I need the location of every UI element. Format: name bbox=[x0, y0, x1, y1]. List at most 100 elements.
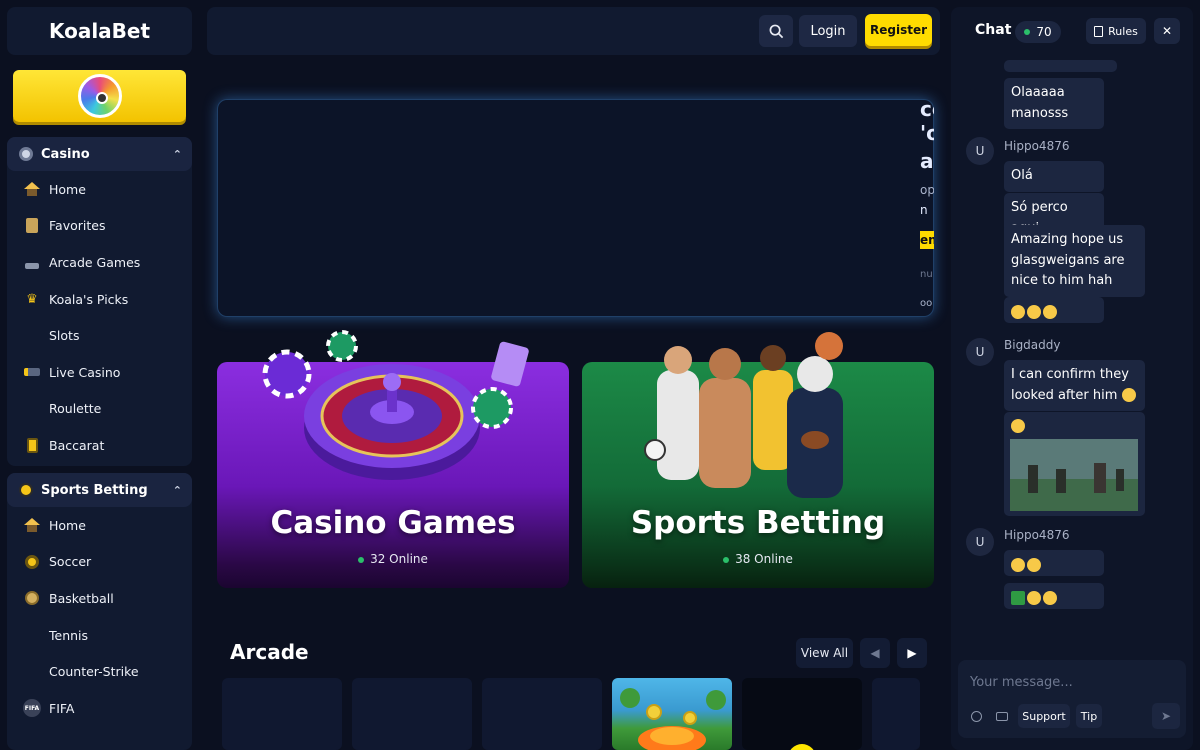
gif-button[interactable] bbox=[992, 704, 1012, 728]
sidebar-item-favorites[interactable]: Favorites bbox=[7, 208, 192, 245]
login-button[interactable]: Login bbox=[799, 15, 857, 47]
wheel-of-fortune-button[interactable] bbox=[13, 70, 186, 122]
sidebar-item-basketball[interactable]: Basketball bbox=[7, 580, 192, 617]
chat-message: Amazing hope us glasgweigans are nice to… bbox=[1004, 225, 1145, 297]
close-icon: ✕ bbox=[1161, 24, 1173, 38]
chat-message-partial bbox=[1004, 60, 1117, 72]
athletes-illustration bbox=[644, 332, 843, 498]
soccer-ball-icon bbox=[23, 553, 41, 571]
chevron-up-icon[interactable]: ⌃ bbox=[173, 484, 182, 497]
sidebar-item-label: Live Casino bbox=[49, 364, 121, 380]
sidebar-item-slots[interactable]: Slots bbox=[7, 317, 192, 354]
carousel-prev-button[interactable]: ◀ bbox=[860, 638, 890, 668]
casino-section-header[interactable]: Casino ⌃ bbox=[7, 137, 192, 171]
chat-message: Olaaaaa manosss bbox=[1004, 78, 1104, 129]
crown-icon: ♛ bbox=[26, 291, 38, 307]
chat-media-message bbox=[1004, 412, 1145, 516]
counter-strike-icon bbox=[23, 663, 41, 681]
logo[interactable]: KoalaBet bbox=[7, 7, 192, 55]
close-chat-button[interactable]: ✕ bbox=[1154, 18, 1180, 44]
chat-emoji-message bbox=[1004, 583, 1104, 609]
home-icon bbox=[23, 180, 41, 198]
slots-icon bbox=[23, 327, 41, 345]
sidebar-item-arcade-games[interactable]: Arcade Games bbox=[7, 244, 192, 281]
smile-emoji-icon bbox=[1011, 419, 1025, 433]
chat-image-attachment[interactable] bbox=[1010, 439, 1138, 511]
carousel-next-button[interactable]: ▶ bbox=[897, 638, 927, 668]
sidebar-item-label: Roulette bbox=[49, 401, 102, 417]
sidebar-item-fifa[interactable]: FIFA FIFA bbox=[7, 690, 192, 727]
gif-icon bbox=[996, 711, 1008, 721]
sidebar-item-label: Koala's Picks bbox=[49, 291, 129, 307]
chat-emoji-message bbox=[1004, 297, 1104, 323]
sidebar-item-baccarat[interactable]: Baccarat bbox=[7, 427, 192, 464]
peek-text: n bbox=[920, 203, 928, 217]
casino-games-card[interactable]: Casino Games 32 Online bbox=[217, 330, 569, 588]
brazil-flag-icon bbox=[1011, 590, 1025, 605]
avatar[interactable]: U bbox=[966, 528, 994, 556]
sidebar-item-label: Basketball bbox=[49, 590, 114, 606]
grin-emoji-icon bbox=[1121, 388, 1136, 402]
emoji-picker-button[interactable] bbox=[966, 704, 986, 728]
smiley-icon bbox=[970, 710, 982, 722]
arcade-game-tile[interactable] bbox=[222, 678, 342, 750]
grimace-emoji-icon bbox=[1027, 304, 1041, 319]
chat-message: I can confirm they looked after him bbox=[1004, 360, 1145, 411]
avatar[interactable]: U bbox=[966, 338, 994, 366]
sidebar-item-sports-home[interactable]: Home bbox=[7, 507, 192, 544]
sidebar-item-label: Counter-Strike bbox=[49, 664, 139, 680]
cards-icon bbox=[23, 436, 41, 454]
sidebar-item-label: Soccer bbox=[49, 554, 92, 570]
sports-section-header[interactable]: Sports Betting ⌃ bbox=[7, 473, 192, 507]
sidebar-item-counter-strike[interactable]: Counter-Strike bbox=[7, 653, 192, 690]
arrow-right-icon: ▶ bbox=[907, 646, 917, 660]
send-button[interactable]: ➤ bbox=[1152, 703, 1180, 729]
sidebar-item-roulette[interactable]: Roulette bbox=[7, 391, 192, 428]
peek-text: nu bbox=[920, 269, 933, 280]
view-all-button[interactable]: View All bbox=[796, 638, 853, 668]
arcade-game-tile[interactable] bbox=[742, 678, 862, 750]
chat-username[interactable]: Hippo4876 bbox=[1004, 139, 1069, 153]
bookmark-icon bbox=[23, 217, 41, 235]
promo-banner[interactable]: ce 'o a op n en nu oo bbox=[217, 99, 934, 317]
sports-betting-card[interactable]: Sports Betting 38 Online bbox=[582, 332, 934, 588]
chat-emoji-message bbox=[1004, 550, 1104, 576]
casino-chip-icon bbox=[17, 145, 35, 163]
chat-username[interactable]: Hippo4876 bbox=[1004, 528, 1069, 542]
sidebar-item-live-casino[interactable]: Live Casino bbox=[7, 354, 192, 391]
arcade-game-tile[interactable] bbox=[482, 678, 602, 750]
support-button[interactable]: Support bbox=[1018, 704, 1070, 728]
chat-message-input[interactable] bbox=[970, 671, 1170, 693]
tip-button[interactable]: Tip bbox=[1076, 704, 1102, 728]
rules-button[interactable]: Rules bbox=[1086, 18, 1146, 44]
search-button[interactable] bbox=[759, 15, 793, 47]
roulette-wheel-illustration bbox=[262, 330, 529, 480]
sidebar-item-label: Tennis bbox=[49, 627, 89, 643]
roulette-icon bbox=[23, 400, 41, 418]
chat-online-count: 70 bbox=[1015, 21, 1061, 43]
chevron-up-icon[interactable]: ⌃ bbox=[173, 148, 182, 161]
sidebar-item-soccer[interactable]: Soccer bbox=[7, 544, 192, 581]
chat-username[interactable]: Bigdaddy bbox=[1004, 338, 1061, 352]
sidebar-item-tennis[interactable]: Tennis bbox=[7, 617, 192, 654]
online-count-text: 32 Online bbox=[370, 552, 428, 566]
game-thumbnail-art bbox=[788, 744, 816, 750]
arrow-left-icon: ◀ bbox=[870, 646, 880, 660]
card-title: Sports Betting bbox=[630, 505, 886, 541]
register-button[interactable]: Register bbox=[865, 14, 932, 46]
online-count: 38 Online bbox=[582, 552, 934, 566]
live-camera-icon bbox=[23, 363, 41, 381]
sob-emoji-icon bbox=[1027, 557, 1041, 572]
sidebar-item-casino-home[interactable]: Home bbox=[7, 171, 192, 208]
card-title: Casino Games bbox=[270, 505, 516, 541]
arcade-game-tile[interactable] bbox=[612, 678, 732, 750]
sidebar-item-label: Home bbox=[49, 517, 86, 533]
peek-text: oo bbox=[920, 298, 933, 309]
avatar[interactable]: U bbox=[966, 137, 994, 165]
saluting-emoji-icon bbox=[1043, 590, 1057, 605]
arcade-game-tile[interactable] bbox=[872, 678, 920, 750]
sports-nav-section: Sports Betting ⌃ Home Soccer Basketball … bbox=[7, 473, 192, 750]
sidebar-item-koalas-picks[interactable]: ♛ Koala's Picks bbox=[7, 281, 192, 318]
arcade-game-tile[interactable] bbox=[352, 678, 472, 750]
arcade-section-title: Arcade bbox=[230, 640, 309, 664]
